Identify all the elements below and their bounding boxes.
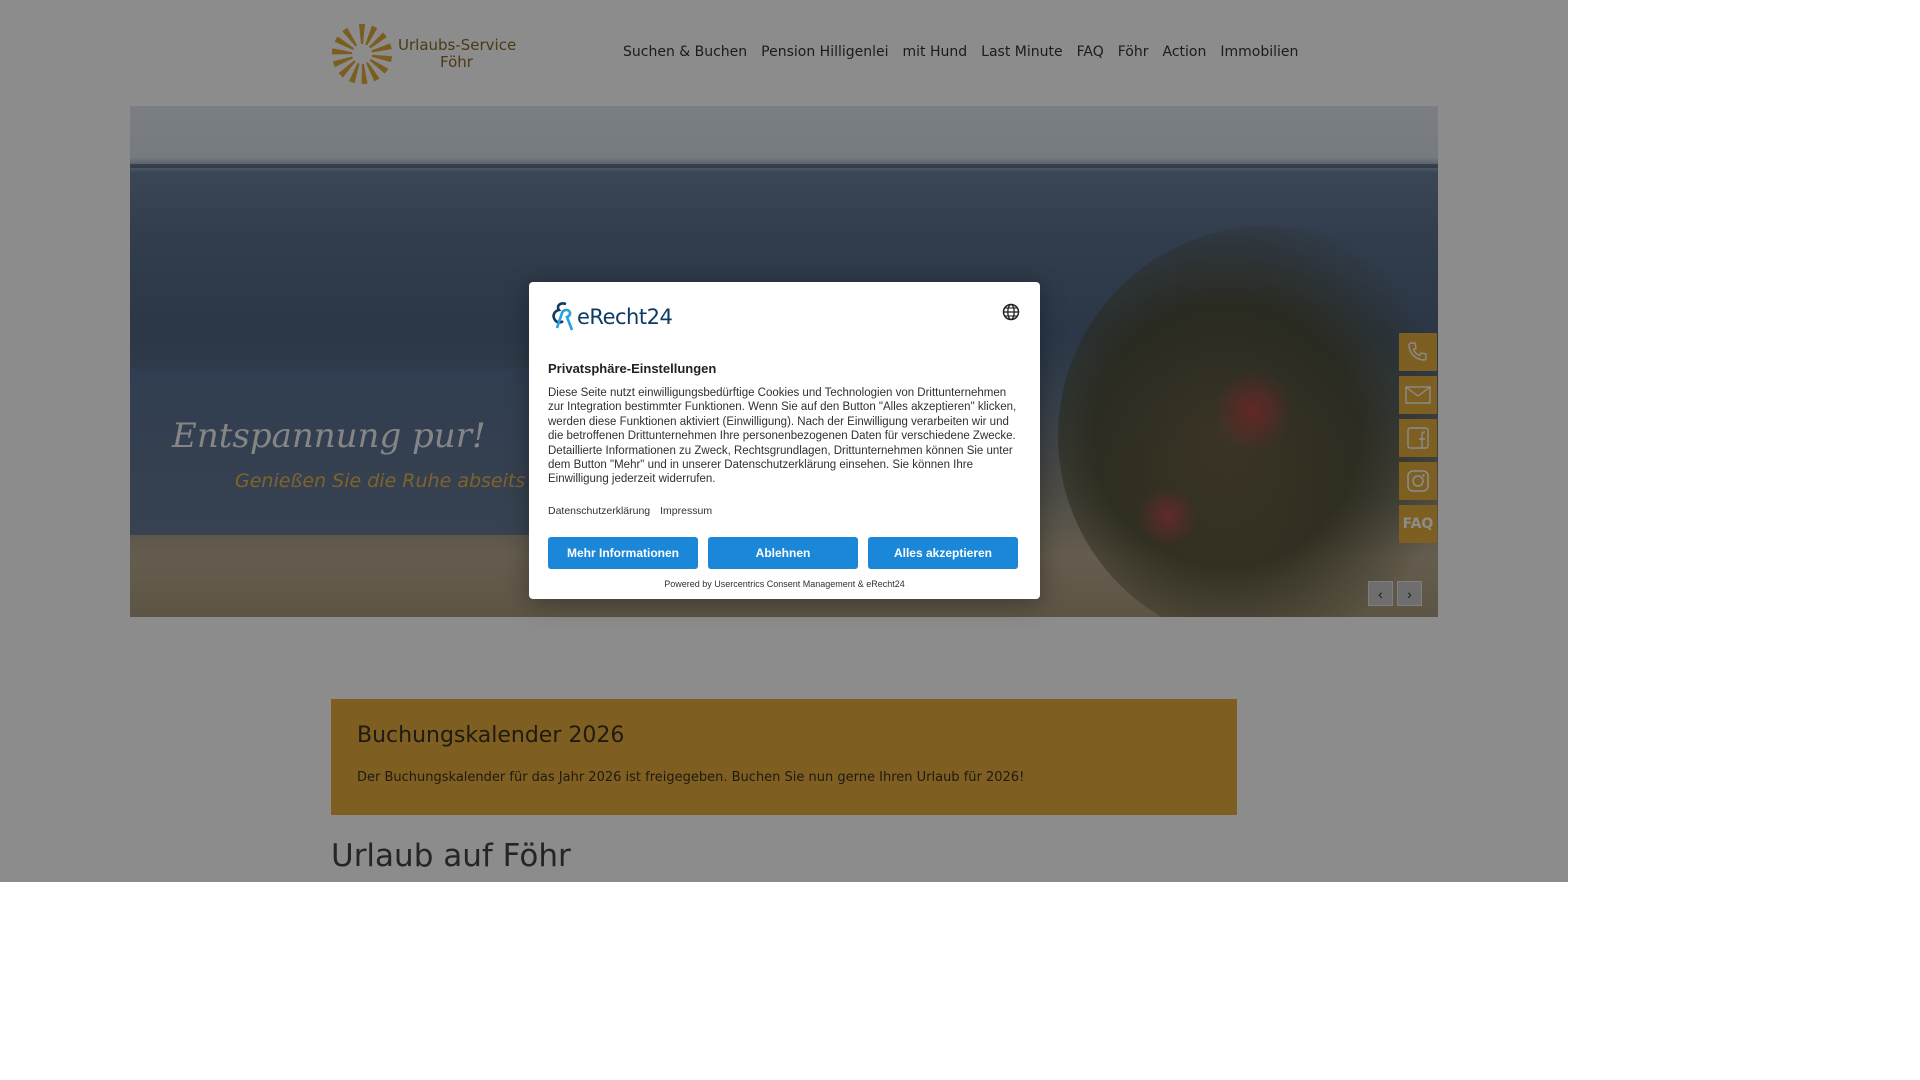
consent-links: Datenschutzerklärung Impressum [548, 505, 712, 517]
consent-body-text: Diese Seite nutzt einwilligungsbedürftig… [548, 387, 1017, 486]
privacy-policy-link[interactable]: Datenschutzerklärung [548, 505, 650, 517]
erecht24-brand: eRecht24 [577, 305, 673, 329]
more-info-button[interactable]: Mehr Informationen [548, 537, 698, 569]
erecht24-logo: eRecht24 [548, 301, 673, 333]
consent-heading: Privatsphäre-Einstellungen [548, 361, 717, 376]
consent-buttons: Mehr Informationen Ablehnen Alles akzept… [548, 537, 1018, 569]
accept-all-button[interactable]: Alles akzeptieren [868, 537, 1018, 569]
erecht24-mark-icon [552, 302, 574, 331]
imprint-link[interactable]: Impressum [660, 505, 712, 517]
decline-button[interactable]: Ablehnen [708, 537, 858, 569]
globe-icon[interactable] [1002, 303, 1020, 321]
powered-by-text: Powered by Usercentrics Consent Manageme… [664, 579, 905, 589]
consent-dialog: eRecht24 Privatsphäre-Einstellungen Dies… [529, 282, 1040, 599]
